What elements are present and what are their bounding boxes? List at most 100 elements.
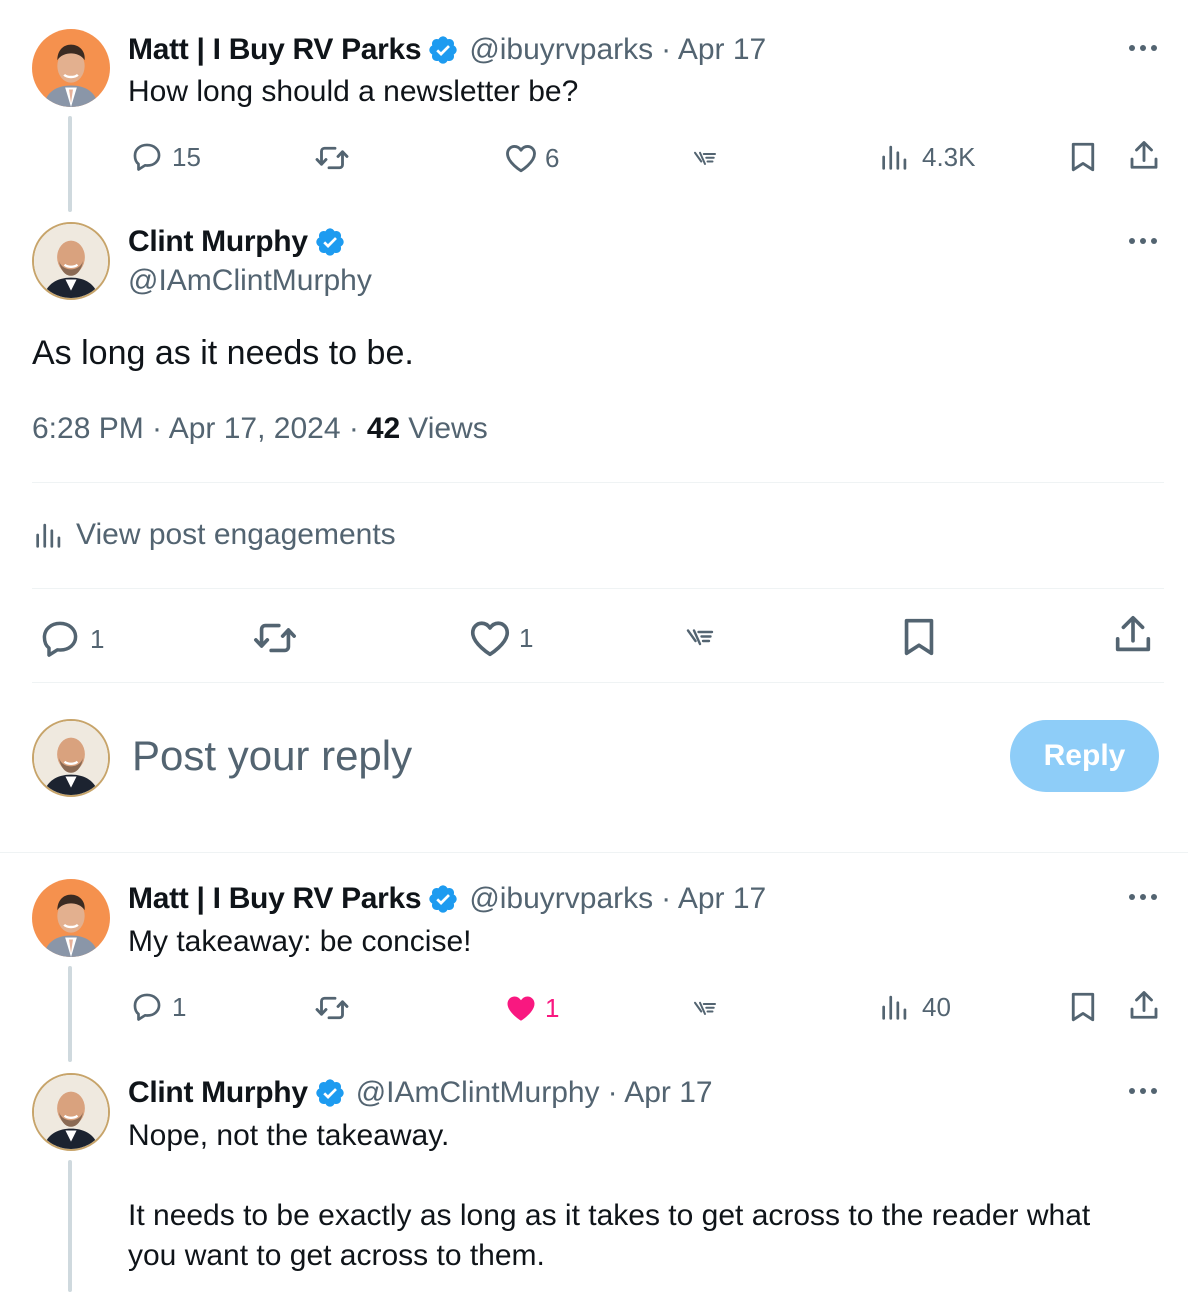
view-count: 4.3K <box>922 141 976 172</box>
retweet-icon <box>252 615 298 661</box>
reply-button[interactable]: 1 <box>130 990 186 1024</box>
avatar-image <box>34 721 108 795</box>
share-icon <box>1110 612 1156 658</box>
avatar[interactable] <box>32 222 110 300</box>
author-handle[interactable]: @ibuyrvparks <box>469 33 653 67</box>
author-name[interactable]: Matt | I Buy RV Parks <box>128 33 422 67</box>
bookmark-icon <box>896 614 942 660</box>
post-date[interactable]: · Apr 17 <box>661 33 766 67</box>
post-text: My takeaway: be concise! <box>128 925 472 958</box>
view-engagements-link[interactable]: View post engagements <box>32 518 396 552</box>
divider <box>32 588 1164 589</box>
bookmark-icon <box>1065 139 1101 175</box>
post-timestamp-row: 6:28 PM · Apr 17, 2024 · 42 Views <box>32 412 488 446</box>
post-timestamp[interactable]: 6:28 PM · Apr 17, 2024 · <box>32 412 359 446</box>
post-text-line: you want to get across to them. <box>128 1239 545 1272</box>
like-button[interactable]: 6 <box>503 140 559 176</box>
grok-button[interactable] <box>682 620 718 656</box>
retweet-icon <box>314 140 350 176</box>
like-count: 6 <box>545 142 560 173</box>
reply-icon <box>38 617 82 661</box>
more-icon[interactable] <box>1129 238 1157 244</box>
avatar[interactable] <box>32 29 110 107</box>
views-icon <box>878 140 912 174</box>
grok-button[interactable] <box>690 144 720 174</box>
views-button[interactable]: 4.3K <box>878 140 976 174</box>
post-header: Clint Murphy @IAmClintMurphy · Apr 17 <box>128 1073 713 1113</box>
divider <box>0 852 1188 853</box>
post-header: Clint Murphy <box>128 222 346 262</box>
share-button[interactable] <box>1126 138 1162 174</box>
like-button[interactable]: 1 <box>503 990 559 1026</box>
author-handle[interactable]: @IAmClintMurphy <box>128 264 372 298</box>
author-name[interactable]: Clint Murphy <box>128 1076 308 1110</box>
bookmark-button[interactable] <box>1065 989 1101 1025</box>
retweet-button[interactable] <box>252 615 298 661</box>
divider <box>32 682 1164 683</box>
like-icon <box>503 140 539 176</box>
like-button[interactable]: 1 <box>467 615 533 661</box>
avatar-image <box>34 1075 108 1149</box>
author-handle[interactable]: @ibuyrvparks <box>469 882 653 916</box>
grok-icon <box>690 144 720 174</box>
thread-line <box>68 116 72 212</box>
verified-badge-icon <box>427 883 459 915</box>
author-handle[interactable]: @IAmClintMurphy <box>356 1076 600 1110</box>
share-icon <box>1126 988 1162 1024</box>
views-label: Views <box>408 412 488 445</box>
author-name[interactable]: Clint Murphy <box>128 225 308 259</box>
avatar[interactable] <box>32 879 110 957</box>
avatar[interactable] <box>32 1073 110 1151</box>
post-date[interactable]: · Apr 17 <box>661 882 766 916</box>
more-icon[interactable] <box>1129 1088 1157 1094</box>
grok-button[interactable] <box>690 994 720 1024</box>
main-post-text: As long as it needs to be. <box>32 334 414 372</box>
like-icon <box>467 615 513 661</box>
reply-button[interactable]: 15 <box>130 140 201 174</box>
bookmark-icon <box>1065 989 1101 1025</box>
views-count: 42 <box>366 412 401 445</box>
reply-icon <box>130 140 164 174</box>
share-button[interactable] <box>1126 988 1162 1024</box>
bookmark-button[interactable] <box>1065 139 1101 175</box>
divider <box>32 482 1164 483</box>
verified-badge-icon <box>427 34 459 66</box>
reply-count: 15 <box>172 141 201 172</box>
more-icon[interactable] <box>1129 45 1157 51</box>
reply-count: 1 <box>172 991 187 1022</box>
author-name[interactable]: Matt | I Buy RV Parks <box>128 882 422 916</box>
retweet-icon <box>314 990 350 1026</box>
thread-line <box>68 966 72 1062</box>
post-header: Matt | I Buy RV Parks @ibuyrvparks · Apr… <box>128 30 766 70</box>
reply-button[interactable]: 1 <box>38 617 104 661</box>
view-count: 40 <box>922 991 951 1022</box>
avatar-image <box>34 224 108 298</box>
reply-count: 1 <box>90 623 105 654</box>
post-header: Matt | I Buy RV Parks @ibuyrvparks · Apr… <box>128 879 766 919</box>
post-text: How long should a newsletter be? <box>128 75 579 108</box>
avatar-image <box>32 879 110 957</box>
views-icon <box>878 990 912 1024</box>
share-button[interactable] <box>1110 612 1156 658</box>
avatar-image <box>32 29 110 107</box>
retweet-button[interactable] <box>314 990 350 1026</box>
reply-submit-button[interactable]: Reply <box>1010 720 1159 792</box>
verified-badge-icon <box>314 226 346 258</box>
like-count: 1 <box>519 622 534 653</box>
views-icon <box>32 518 66 552</box>
share-icon <box>1126 138 1162 174</box>
grok-icon <box>682 620 718 656</box>
view-engagements-label: View post engagements <box>76 518 396 551</box>
like-icon <box>503 990 539 1026</box>
thread-line <box>68 1160 72 1292</box>
reply-icon <box>130 990 164 1024</box>
post-text-line: Nope, not the takeaway. <box>128 1119 450 1152</box>
post-text-line: It needs to be exactly as long as it tak… <box>128 1199 1091 1232</box>
views-button[interactable]: 40 <box>878 990 951 1024</box>
post-date[interactable]: · Apr 17 <box>608 1076 713 1110</box>
verified-badge-icon <box>314 1077 346 1109</box>
more-icon[interactable] <box>1129 894 1157 900</box>
retweet-button[interactable] <box>314 140 350 176</box>
reply-input[interactable]: Post your reply <box>132 732 412 780</box>
bookmark-button[interactable] <box>896 614 942 660</box>
